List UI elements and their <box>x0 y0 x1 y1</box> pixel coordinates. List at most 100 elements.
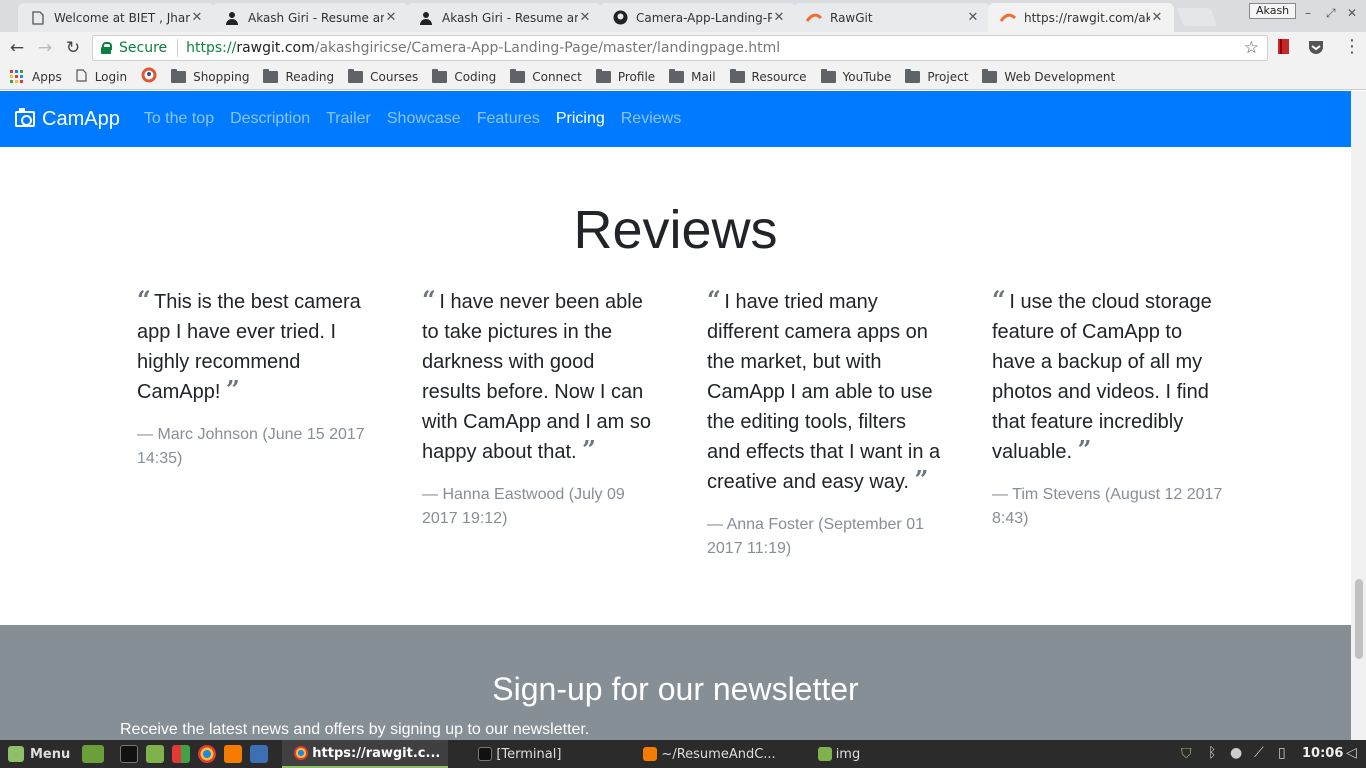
bookmark-label: Web Development <box>1004 69 1116 84</box>
user-icon[interactable]: ● <box>1230 745 1242 761</box>
open-quote-icon: “ <box>137 285 151 314</box>
secure-label: Secure <box>119 40 168 56</box>
window-label: ~/ResumeAndC... <box>661 746 776 762</box>
bookmark-label: Shopping <box>193 69 250 84</box>
scrollbar-thumb[interactable] <box>1355 579 1363 659</box>
volume-icon[interactable]: ◁ <box>1346 745 1357 761</box>
close-quote-icon: ” <box>582 435 596 464</box>
sublime-icon <box>643 747 658 761</box>
minimize-icon[interactable]: – <box>1305 6 1311 20</box>
bookmark-label: Mail <box>691 69 716 84</box>
review-card: “ I have tried many different camera app… <box>707 287 942 561</box>
nav-link-reviews[interactable]: Reviews <box>621 110 681 128</box>
nav-link-showcase[interactable]: Showcase <box>387 110 461 128</box>
site-navbar: CamApp To the top Description Trailer Sh… <box>0 91 1351 147</box>
screenshot-icon[interactable] <box>250 745 269 763</box>
back-arrow-icon[interactable]: ← <box>6 38 28 58</box>
bookmark-courses[interactable]: Courses <box>348 68 419 84</box>
pocket-icon[interactable] <box>1307 38 1327 58</box>
review-card: “ I use the cloud storage feature of Cam… <box>992 287 1227 531</box>
tab-title: Akash Giri - Resume and <box>248 10 384 25</box>
bookmark-youtube[interactable]: YouTube <box>820 68 892 84</box>
close-tab-icon[interactable]: ✕ <box>1150 10 1164 25</box>
bookmark-mail[interactable]: Mail <box>669 68 716 84</box>
bluetooth-icon[interactable]: ᛒ <box>1208 745 1216 761</box>
files-icon[interactable] <box>146 745 165 763</box>
nav-link-pricing[interactable]: Pricing <box>556 110 605 128</box>
browser-tab-5[interactable]: RawGit ✕ <box>794 3 990 32</box>
bookmark-label: Courses <box>370 69 419 84</box>
bookmark-connect[interactable]: Connect <box>510 68 582 84</box>
bookmark-coding[interactable]: Coding <box>432 68 496 84</box>
sublime-icon[interactable] <box>224 745 243 763</box>
rawgit-icon <box>806 10 822 26</box>
taskbar-window-img[interactable]: img <box>806 740 869 768</box>
taskbar-window-terminal[interactable]: [Terminal] <box>466 740 569 768</box>
bookmark-profile[interactable]: Profile <box>595 68 655 84</box>
folder-icon <box>817 747 832 761</box>
forward-arrow-icon[interactable]: → <box>34 38 56 58</box>
reviews-heading: Reviews <box>573 200 778 260</box>
browser-tab-1[interactable]: Welcome at BIET , Jhansi ✕ <box>18 3 214 32</box>
newsletter-section: Sign-up for our newsletter Receive the l… <box>0 625 1351 740</box>
folder-icon <box>263 68 279 83</box>
bookmark-login[interactable]: Login <box>76 68 128 85</box>
bookmark-reading[interactable]: Reading <box>263 68 334 84</box>
profile-button[interactable]: Akash <box>1249 3 1297 19</box>
url-host: rawgit.com <box>236 40 315 56</box>
nav-link-description[interactable]: Description <box>230 110 310 128</box>
browser-tab-6[interactable]: https://rawgit.com/akashgiricse ✕ <box>988 3 1174 32</box>
nav-link-to-the-top[interactable]: To the top <box>144 110 214 128</box>
show-desktop-icon[interactable] <box>82 745 105 763</box>
bookmark-shopping[interactable]: Shopping <box>171 68 250 84</box>
taskbar-window-sublime[interactable]: ~/ResumeAndC... <box>631 740 783 768</box>
bookmark-extension-icon[interactable] <box>1276 38 1296 58</box>
network-icon[interactable]: ⟋ <box>1254 745 1264 761</box>
close-tab-icon[interactable]: ✕ <box>578 10 592 25</box>
reload-icon[interactable]: ↻ <box>62 38 84 58</box>
site-brand[interactable]: CamApp <box>15 108 120 131</box>
bookmark-star-icon[interactable]: ☆ <box>1244 38 1259 58</box>
close-quote-icon: ” <box>1077 435 1092 464</box>
tab-title: Welcome at BIET , Jhansi <box>54 10 190 25</box>
browser-menu-icon[interactable]: ⋮ <box>1343 36 1361 58</box>
address-bar[interactable]: Secure https:// rawgit.com /akashgiricse… <box>92 35 1268 61</box>
software-manager-icon[interactable] <box>172 745 191 763</box>
folder-icon <box>982 68 998 83</box>
bookmark-label: YouTube <box>842 69 892 84</box>
close-tab-icon[interactable]: ✕ <box>384 10 398 25</box>
bookmark-resource[interactable]: Resource <box>729 68 807 84</box>
camera-icon <box>15 108 35 127</box>
browser-tab-4[interactable]: Camera-App-Landing-Page ✕ <box>600 3 796 32</box>
chrome-icon[interactable] <box>198 745 217 763</box>
browser-tab-3[interactable]: Akash Giri - Resume and ✕ <box>406 3 602 32</box>
bookmark-project[interactable]: Project <box>905 68 968 84</box>
taskbar-window-chrome[interactable]: https://rawgit.c... <box>282 740 449 768</box>
close-tab-icon[interactable]: ✕ <box>966 10 980 25</box>
clock[interactable]: 10:06 <box>1302 746 1343 761</box>
menu-label: Menu <box>30 746 71 762</box>
close-window-icon[interactable]: ✕ <box>1347 6 1357 20</box>
nav-link-trailer[interactable]: Trailer <box>326 110 371 128</box>
bookmark-web-development[interactable]: Web Development <box>982 68 1116 84</box>
terminal-icon[interactable] <box>120 745 139 763</box>
close-tab-icon[interactable]: ✕ <box>190 10 204 25</box>
omnibox-separator <box>177 39 179 57</box>
browser-tab-2[interactable]: Akash Giri - Resume and ✕ <box>212 3 408 32</box>
bookmark-duckduckgo[interactable] <box>141 67 157 86</box>
review-author: — Hanna Eastwood (July 09 2017 19:12) <box>422 486 625 527</box>
restore-icon[interactable]: ⤢ <box>1326 6 1336 21</box>
battery-icon[interactable]: ▯ <box>1278 745 1286 761</box>
bookmark-label: Resource <box>751 69 807 84</box>
close-tab-icon[interactable]: ✕ <box>772 10 786 25</box>
bookmark-label: Login <box>94 69 128 84</box>
mint-logo-icon <box>8 746 24 762</box>
bookmarks-bar: Apps Login Shopping Reading Courses Codi… <box>0 64 1366 90</box>
shield-icon[interactable]: ⛉ <box>1181 746 1192 762</box>
start-menu-button[interactable]: Menu <box>0 740 78 768</box>
page-scrollbar[interactable] <box>1351 91 1366 740</box>
new-tab-button[interactable] <box>1176 8 1218 26</box>
bookmark-apps[interactable]: Apps <box>10 69 62 84</box>
nav-link-features[interactable]: Features <box>477 110 540 128</box>
review-quote: “ I use the cloud storage feature of Cam… <box>992 287 1227 467</box>
